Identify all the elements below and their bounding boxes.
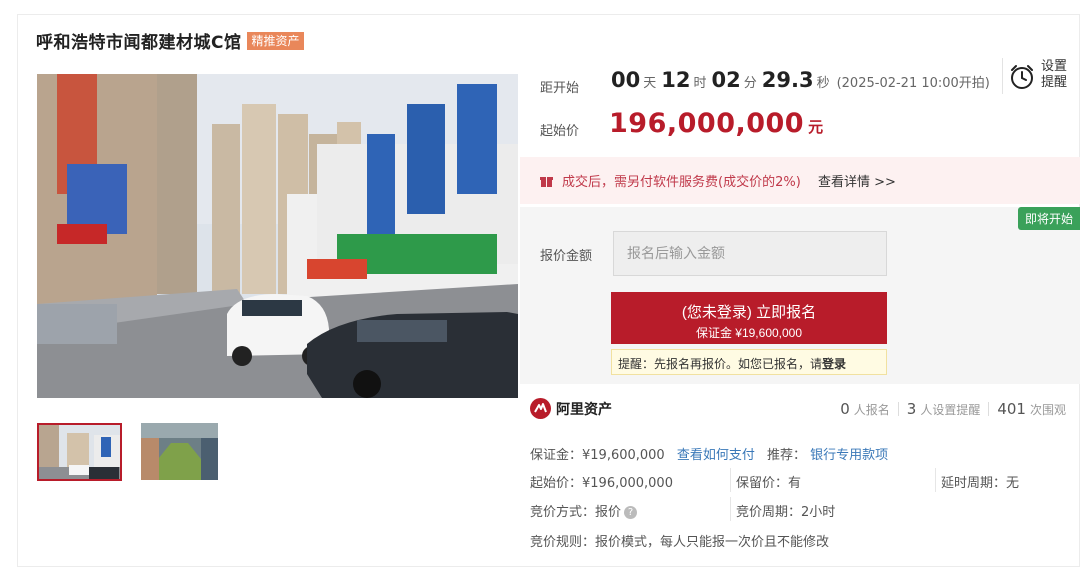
countdown-days-unit: 天 [643, 76, 657, 91]
set-reminder-button[interactable]: 设置 提醒 [1002, 58, 1080, 94]
starting-price-value: 196,000,000 [609, 108, 805, 139]
countdown-label: 距开始 [540, 81, 580, 96]
login-link[interactable]: 登录 [822, 357, 846, 371]
gallery-thumbnail-2[interactable] [141, 423, 218, 480]
reminder-label-line1: 设置 [1041, 59, 1068, 74]
main-photo[interactable] [37, 74, 518, 398]
auction-start-time: (2025-02-21 10:00开拍) [836, 76, 990, 91]
status-badge: 即将开始 [1017, 207, 1080, 230]
countdown-days: 00 [611, 68, 641, 92]
signup-hint: 提醒：先报名再报价。如您已报名，请登录 [611, 349, 887, 375]
reminders-label: 人设置提醒 [920, 403, 981, 417]
fee-details-link[interactable]: 查看详情 >> [818, 171, 896, 190]
page-title: 呼和浩特市闻都建材城C馆 [36, 33, 242, 53]
views-label: 次围观 [1029, 403, 1066, 417]
views-count: 401 [997, 400, 1026, 418]
countdown-seconds-unit: 秒 [816, 76, 830, 91]
signup-hint-text: 提醒：先报名再报价。如您已报名，请 [618, 357, 823, 371]
street-scene-image [37, 74, 518, 398]
deposit-text: 保证金：¥19,600,000 [530, 448, 665, 463]
platform-name: 阿里资产 [556, 401, 612, 418]
thumbnail-image-interior [141, 423, 218, 480]
stats-divider [897, 402, 899, 416]
starting-price-label: 起始价 [540, 124, 580, 139]
platform-brand: 阿里资产 [530, 398, 612, 419]
title-row: 呼和浩特市闻都建材城C馆 精推资产 [36, 28, 304, 53]
fee-notice-text: 成交后，需另付软件服务费(成交价的2%) [562, 175, 801, 190]
bid-amount-input[interactable] [613, 231, 887, 276]
thumbnail-image-street [39, 425, 120, 479]
bid-amount-label: 报价金额 [540, 249, 593, 264]
column-divider [730, 468, 731, 492]
ali-asset-logo-icon [530, 398, 551, 419]
auction-stats: 0 人报名 3 人设置提醒 401 次围观 [840, 400, 1066, 418]
countdown-timer: 00 天 12 时 02 分 29.3 秒 (2025-02-21 10:00开… [611, 68, 990, 92]
bid-method-detail: 竞价方式：报价 [530, 505, 622, 520]
countdown-hours-unit: 时 [693, 76, 707, 91]
column-divider [730, 497, 731, 521]
gift-box-icon [540, 173, 553, 192]
bid-rule-detail: 竞价规则：报价模式，每人只能报一次价且不能修改 [530, 535, 830, 550]
bid-panel: 即将开始 报价金额 (您未登录) 立即报名 保证金 ¥19,600,000 提醒… [520, 207, 1080, 384]
countdown-minutes: 02 [711, 68, 741, 92]
bid-method-row: 竞价方式：报价? [530, 501, 638, 520]
start-price-detail: 起始价：¥196,000,000 [530, 476, 673, 491]
bank-payment-link[interactable]: 银行专用款项 [810, 448, 888, 463]
countdown-seconds: 29.3 [761, 68, 814, 92]
reserve-price-detail: 保留价：有 [736, 476, 802, 491]
reminder-label-line2: 提醒 [1041, 75, 1068, 90]
stats-divider [988, 402, 990, 416]
gallery-thumbnail-1[interactable] [37, 423, 122, 481]
countdown-minutes-unit: 分 [743, 76, 757, 91]
how-to-pay-link[interactable]: 查看如何支付 [677, 448, 755, 463]
delay-period-detail: 延时周期：无 [941, 476, 1020, 491]
featured-tag: 精推资产 [247, 31, 304, 50]
recommend-label: 推荐： [767, 448, 807, 463]
column-divider [935, 468, 936, 492]
help-icon[interactable]: ? [624, 506, 638, 519]
registrants-count: 0 [840, 400, 850, 418]
starting-price-unit: 元 [808, 118, 824, 136]
deposit-row: 保证金：¥19,600,000 查看如何支付 推荐： 银行专用款项 [530, 444, 888, 463]
fee-notice-bar: 成交后，需另付软件服务费(成交价的2%) 查看详情 >> [520, 157, 1080, 204]
alarm-clock-icon [1009, 64, 1035, 94]
reminders-count: 3 [906, 400, 917, 418]
bid-period-detail: 竞价周期：2小时 [736, 505, 836, 520]
starting-price: 196,000,000 元 [609, 108, 823, 139]
signup-button[interactable]: (您未登录) 立即报名 保证金 ¥19,600,000 [611, 292, 887, 344]
countdown-hours: 12 [661, 68, 691, 92]
signup-button-label: (您未登录) 立即报名 [681, 304, 817, 321]
registrants-label: 人报名 [853, 403, 890, 417]
signup-deposit-label: 保证金 ¥19,600,000 [695, 326, 803, 340]
